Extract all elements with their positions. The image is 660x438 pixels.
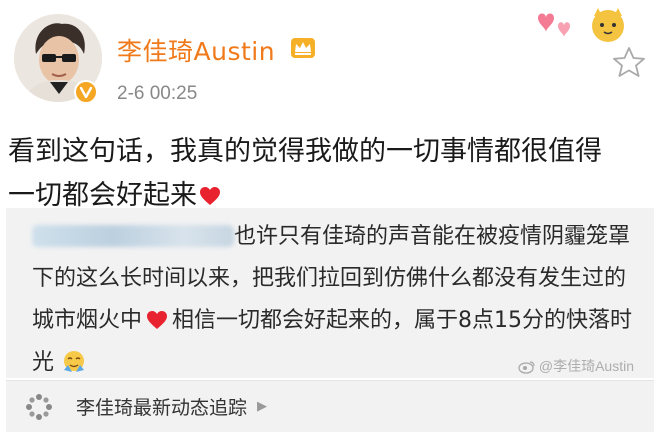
post-timestamp: 2-6 00:25 xyxy=(117,83,198,104)
topic-label: 李佳琦最新动态追踪 xyxy=(76,397,248,419)
heart-icon xyxy=(199,176,221,205)
post-text-line1: 看到这句话，我真的觉得我做的一切事情都很值得 xyxy=(8,136,602,167)
verified-badge-icon xyxy=(74,80,98,104)
post-content: 看到这句话，我真的觉得我做的一切事情都很值得 一切都会好起来 xyxy=(8,130,656,218)
star-icon[interactable] xyxy=(612,46,646,78)
username[interactable]: 李佳琦Austin xyxy=(117,32,275,68)
watermark: @李佳琦Austin xyxy=(518,356,634,376)
topic-link[interactable]: 李佳琦最新动态追踪 ▶ xyxy=(6,380,654,432)
blurred-username xyxy=(32,225,234,247)
decorative-sticker-icon xyxy=(524,4,634,44)
emoji-icon xyxy=(62,347,86,372)
topic-dots-icon xyxy=(24,392,54,422)
repost-card[interactable]: 也许只有佳琦的声音能在被疫情阴霾笼罩下的这么长时间以来，把我们拉回到仿佛什么都没… xyxy=(6,208,654,378)
weibo-post: 李佳琦Austin 2-6 00:25 看到这句话，我真的觉得我做的一切事情都很… xyxy=(0,0,660,438)
chevron-right-icon: ▶ xyxy=(257,399,268,414)
heart-icon xyxy=(146,303,168,329)
post-text-line2: 一切都会好起来 xyxy=(8,180,197,211)
crown-vip-icon xyxy=(290,36,316,60)
watermark-text: @李佳琦Austin xyxy=(538,358,634,374)
